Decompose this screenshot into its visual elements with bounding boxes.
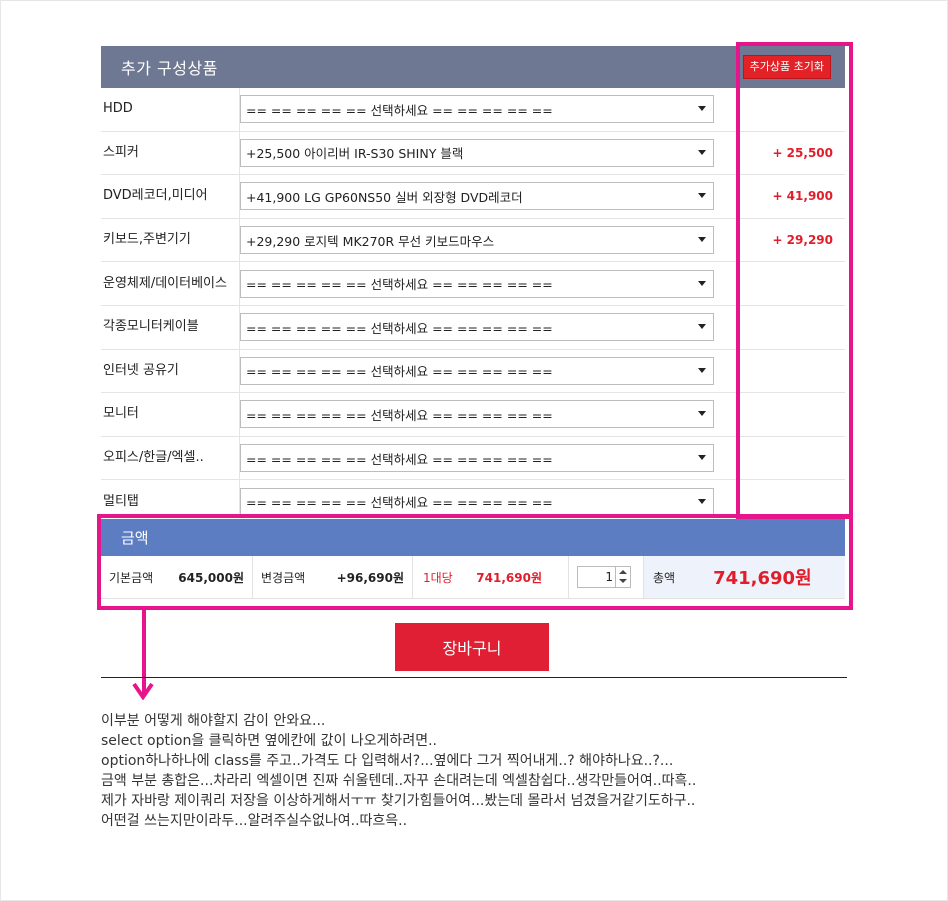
option-label: 멀티탭 — [103, 493, 139, 509]
question-line: 금액 부분 총합은...차라리 엑셀이면 진짜 쉬울텐데..자꾸 손대려는데 엑… — [101, 773, 697, 789]
option-selected-text: == == == == == 선택하세요 == == == == == — [246, 277, 553, 293]
option-select[interactable]: +41,900 LG GP60NS50 실버 외장형 DVD레코더 — [240, 182, 714, 211]
annotation-highlight-price-column — [736, 42, 853, 519]
option-row: 스피커 +25,500 아이리버 IR-S30 SHINY 블랙 + 25,500 — [101, 132, 845, 176]
divider — [101, 677, 847, 678]
option-label: 모니터 — [103, 406, 139, 422]
option-select[interactable]: == == == == == 선택하세요 == == == == == — [240, 95, 714, 124]
dropdown-arrow-icon[interactable] — [698, 237, 706, 243]
option-select[interactable]: +25,500 아이리버 IR-S30 SHINY 블랙 — [240, 138, 714, 167]
option-row: 운영체제/데이터베이스 == == == == == 선택하세요 == == ==… — [101, 262, 845, 306]
option-selected-text: == == == == == 선택하세요 == == == == == — [246, 407, 553, 423]
option-table-header: 추가 구성상품 추가상품 초기화 — [101, 46, 845, 88]
option-row: 오피스/한글/엑셀.. == == == == == 선택하세요 == == ==… — [101, 437, 845, 481]
option-label: HDD — [103, 101, 133, 117]
dropdown-arrow-icon[interactable] — [698, 367, 706, 373]
dropdown-arrow-icon[interactable] — [698, 280, 706, 286]
cart-button[interactable]: 장바구니 — [395, 623, 549, 671]
option-label: 스피커 — [103, 144, 139, 160]
option-selected-text: == == == == == 선택하세요 == == == == == — [246, 102, 553, 118]
dropdown-arrow-icon[interactable] — [698, 498, 706, 504]
option-label: 키보드,주변기기 — [103, 232, 191, 248]
question-line: 제가 자바랑 제이쿼리 저장을 이상하게해서ㅜㅠ 찾기가힘들어여...봤는데 몰… — [101, 793, 696, 809]
option-selected-text: +29,290 로지텍 MK270R 무선 키보드마우스 — [246, 233, 495, 249]
option-select[interactable]: == == == == == 선택하세요 == == == == == — [240, 313, 714, 342]
option-selected-text: == == == == == 선택하세요 == == == == == — [246, 320, 553, 336]
annotation-arrow-icon — [132, 682, 154, 700]
option-select[interactable]: == == == == == 선택하세요 == == == == == — [240, 356, 714, 385]
option-select[interactable]: == == == == == 선택하세요 == == == == == — [240, 400, 714, 429]
option-label: 인터넷 공유기 — [103, 362, 179, 378]
dropdown-arrow-icon[interactable] — [698, 455, 706, 461]
option-table-title: 추가 구성상품 — [121, 59, 218, 78]
option-selected-text: == == == == == 선택하세요 == == == == == — [246, 451, 553, 467]
option-row: 인터넷 공유기 == == == == == 선택하세요 == == == == … — [101, 350, 845, 394]
option-row: 키보드,주변기기 +29,290 로지텍 MK270R 무선 키보드마우스 + 29… — [101, 219, 845, 263]
option-label: 운영체제/데이터베이스 — [103, 275, 227, 291]
option-select[interactable]: +29,290 로지텍 MK270R 무선 키보드마우스 — [240, 226, 714, 255]
option-select[interactable]: == == == == == 선택하세요 == == == == == — [240, 444, 714, 473]
dropdown-arrow-icon[interactable] — [698, 324, 706, 330]
annotation-arrow-line — [142, 606, 146, 694]
question-line: select option을 클릭하면 옆에칸에 값이 나오게하려면.. — [101, 733, 437, 749]
dropdown-arrow-icon[interactable] — [698, 149, 706, 155]
question-text: 이부분 어떻게 해야할지 감이 안와요... select option을 클릭하… — [101, 711, 901, 831]
column-divider — [239, 88, 240, 514]
question-line: 이부분 어떻게 해야할지 감이 안와요... — [101, 713, 326, 729]
dropdown-arrow-icon[interactable] — [698, 106, 706, 112]
option-row: HDD == == == == == 선택하세요 == == == == == — [101, 88, 845, 132]
option-table: 추가 구성상품 추가상품 초기화 HDD == == == == == 선택하세요… — [101, 46, 845, 524]
option-selected-text: == == == == == 선택하세요 == == == == == — [246, 364, 553, 380]
option-label: 각종모니터케이블 — [103, 319, 199, 335]
option-label: 오피스/한글/엑셀.. — [103, 450, 204, 466]
question-line: 어떤걸 쓰는지만이라두...알려주실수없나여..따흐윽.. — [101, 813, 408, 829]
option-label: DVD레코더,미디어 — [103, 188, 208, 204]
option-selected-text: == == == == == 선택하세요 == == == == == — [246, 495, 553, 511]
option-row: DVD레코더,미디어 +41,900 LG GP60NS50 실버 외장형 DVD… — [101, 175, 845, 219]
question-line: option하나하나에 class를 주고..가격도 다 입력해서?...옆에다… — [101, 753, 674, 769]
option-selected-text: +25,500 아이리버 IR-S30 SHINY 블랙 — [246, 146, 464, 162]
dropdown-arrow-icon[interactable] — [698, 193, 706, 199]
option-select[interactable]: == == == == == 선택하세요 == == == == == — [240, 269, 714, 298]
option-selected-text: +41,900 LG GP60NS50 실버 외장형 DVD레코더 — [246, 189, 523, 205]
dropdown-arrow-icon[interactable] — [698, 411, 706, 417]
option-row: 각종모니터케이블 == == == == == 선택하세요 == == == ==… — [101, 306, 845, 350]
option-select[interactable]: == == == == == 선택하세요 == == == == == — [240, 487, 714, 516]
annotation-highlight-amount — [97, 514, 853, 610]
option-row: 모니터 == == == == == 선택하세요 == == == == == — [101, 393, 845, 437]
